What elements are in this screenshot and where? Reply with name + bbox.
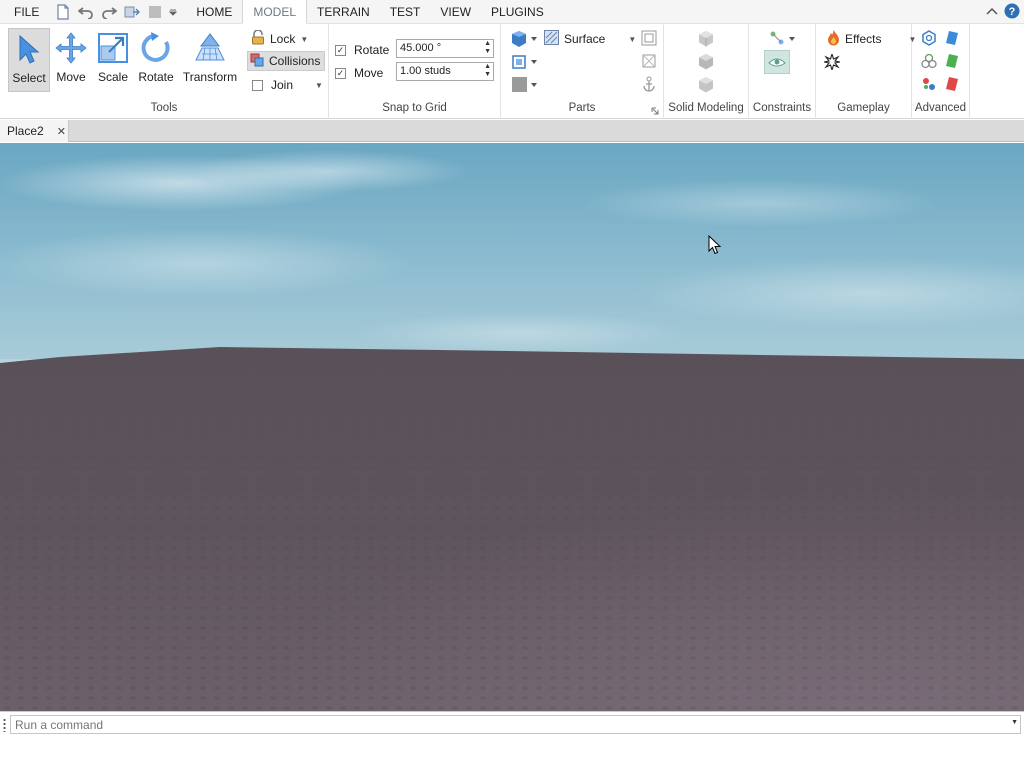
constraints-group: Constraints [749, 24, 816, 119]
command-bar-grip-icon[interactable] [3, 718, 6, 732]
service-icon[interactable] [921, 30, 937, 49]
collisions-toggle[interactable]: Collisions [247, 51, 325, 71]
stop-icon[interactable] [145, 2, 164, 21]
tab-view[interactable]: VIEW [430, 0, 481, 24]
join-checkbox[interactable] [252, 79, 263, 91]
tab-model[interactable]: MODEL [242, 0, 308, 24]
surface-button[interactable]: Surface ▼ [544, 29, 636, 49]
baseplate [0, 347, 1024, 711]
script-icon[interactable] [945, 30, 959, 49]
gameplay-group: Effects ▼ Gameplay [816, 24, 916, 119]
separate-icon[interactable] [697, 76, 715, 97]
snap-rotate-checkbox[interactable]: ✓ [335, 44, 346, 56]
group-select-icon[interactable] [510, 53, 540, 74]
advanced-group: Advanced [912, 24, 970, 119]
color-swatch-icon[interactable] [510, 76, 540, 97]
move-spinner-icon[interactable]: ▲ ▼ [484, 63, 491, 79]
material-icon[interactable] [641, 30, 657, 49]
parts-settings-icon[interactable] [651, 104, 659, 118]
show-constraints-icon[interactable] [763, 49, 791, 77]
menu-bar: FILE HOME MODEL TERRAIN TEST VIEW PLUGIN… [0, 0, 1024, 24]
transform-button[interactable]: Transform [182, 28, 238, 92]
rotate-spinner-icon[interactable]: ▲ ▼ [484, 40, 491, 56]
tools-group-label: Tools [150, 102, 178, 114]
lock-dropdown-icon[interactable]: ▼ [300, 35, 308, 44]
tab-test[interactable]: TEST [380, 0, 431, 24]
command-history-dropdown-icon[interactable]: ▼ [1011, 719, 1018, 726]
help-icon[interactable]: ? [1004, 3, 1020, 22]
collisions-icon [250, 53, 264, 70]
redo-icon[interactable] [99, 2, 118, 21]
local-script-icon[interactable] [945, 53, 959, 72]
collapse-ribbon-icon[interactable] [986, 6, 998, 20]
document-tab[interactable]: Place2 ✕ [0, 120, 69, 142]
undo-icon[interactable] [76, 2, 95, 21]
new-file-icon[interactable] [53, 2, 72, 21]
select-arrow-icon [12, 31, 46, 67]
close-tab-icon[interactable]: ✕ [57, 125, 66, 138]
scale-icon [96, 30, 130, 66]
tab-terrain[interactable]: TERRAIN [307, 0, 380, 24]
fire-icon [827, 29, 840, 49]
move-arrows-icon [54, 30, 88, 66]
rotate-increment-input[interactable]: 45.000 ° ▲ ▼ [396, 39, 494, 58]
move-button[interactable]: Move [53, 28, 89, 92]
window-controls: ? [986, 3, 1020, 22]
solid-modeling-group-label: Solid Modeling [668, 102, 744, 114]
svg-text:?: ? [1009, 6, 1016, 18]
module-script-icon[interactable] [945, 76, 959, 95]
lock-button[interactable]: Lock ▼ [251, 29, 308, 49]
rotate-button[interactable]: Rotate [136, 28, 176, 92]
command-bar: ▼ [0, 711, 1024, 736]
tab-home[interactable]: HOME [186, 0, 242, 24]
quick-access-toolbar [53, 2, 178, 21]
snap-move-row: ✓ Move [335, 66, 384, 80]
document-tab-strip: Place2 ✕ [0, 120, 1024, 142]
anchor-icon[interactable] [642, 76, 656, 95]
snap-move-checkbox[interactable]: ✓ [335, 67, 346, 79]
part-icon[interactable] [510, 30, 540, 51]
surface-icon [544, 30, 559, 48]
tools-group: Select Move Scale Rotate Transform Lock … [0, 24, 329, 119]
join-dropdown-icon[interactable]: ▼ [315, 81, 323, 90]
join-toggle[interactable]: Join ▼ [252, 75, 323, 95]
3d-viewport[interactable] [0, 143, 1024, 711]
scale-button[interactable]: Scale [94, 28, 132, 92]
union-icon[interactable] [697, 30, 715, 51]
document-tab-title: Place2 [7, 124, 44, 138]
constraints-group-label: Constraints [752, 102, 812, 114]
ribbon: Select Move Scale Rotate Transform Lock … [0, 24, 1024, 119]
solid-modeling-group: Solid Modeling [664, 24, 749, 119]
snap-rotate-row: ✓ Rotate [335, 43, 390, 57]
parts-group-label: Parts [568, 102, 596, 114]
mouse-cursor-icon [708, 234, 722, 258]
surface-dropdown-icon[interactable]: ▼ [628, 35, 636, 44]
explosion-icon[interactable] [823, 52, 841, 73]
lock-icon [251, 29, 265, 48]
move-increment-input[interactable]: 1.00 studs ▲ ▼ [396, 62, 494, 81]
effects-button[interactable]: Effects ▼ [827, 29, 916, 49]
advanced-group-label: Advanced [914, 102, 967, 114]
select-button[interactable]: Select [8, 28, 50, 92]
rotate-icon [139, 30, 173, 66]
snap-to-grid-group: ✓ Rotate 45.000 ° ▲ ▼ ✓ Move 1.00 studs ▲… [329, 24, 501, 119]
negate-icon[interactable] [697, 53, 715, 74]
file-menu[interactable]: FILE [0, 0, 53, 24]
run-script-icon[interactable] [921, 76, 937, 95]
transform-icon [193, 30, 227, 66]
snap-group-label: Snap to Grid [382, 102, 447, 114]
gameplay-group-label: Gameplay [837, 102, 890, 114]
group-objects-icon[interactable] [921, 53, 937, 72]
customize-dropdown-icon[interactable] [168, 2, 178, 21]
publish-icon[interactable] [122, 2, 141, 21]
constraint-tool-icon[interactable] [769, 30, 797, 49]
anchor-group-icon[interactable] [641, 53, 657, 72]
parts-group: Surface ▼ Parts [501, 24, 664, 119]
command-input[interactable] [10, 715, 1021, 734]
tab-plugins[interactable]: PLUGINS [481, 0, 554, 24]
